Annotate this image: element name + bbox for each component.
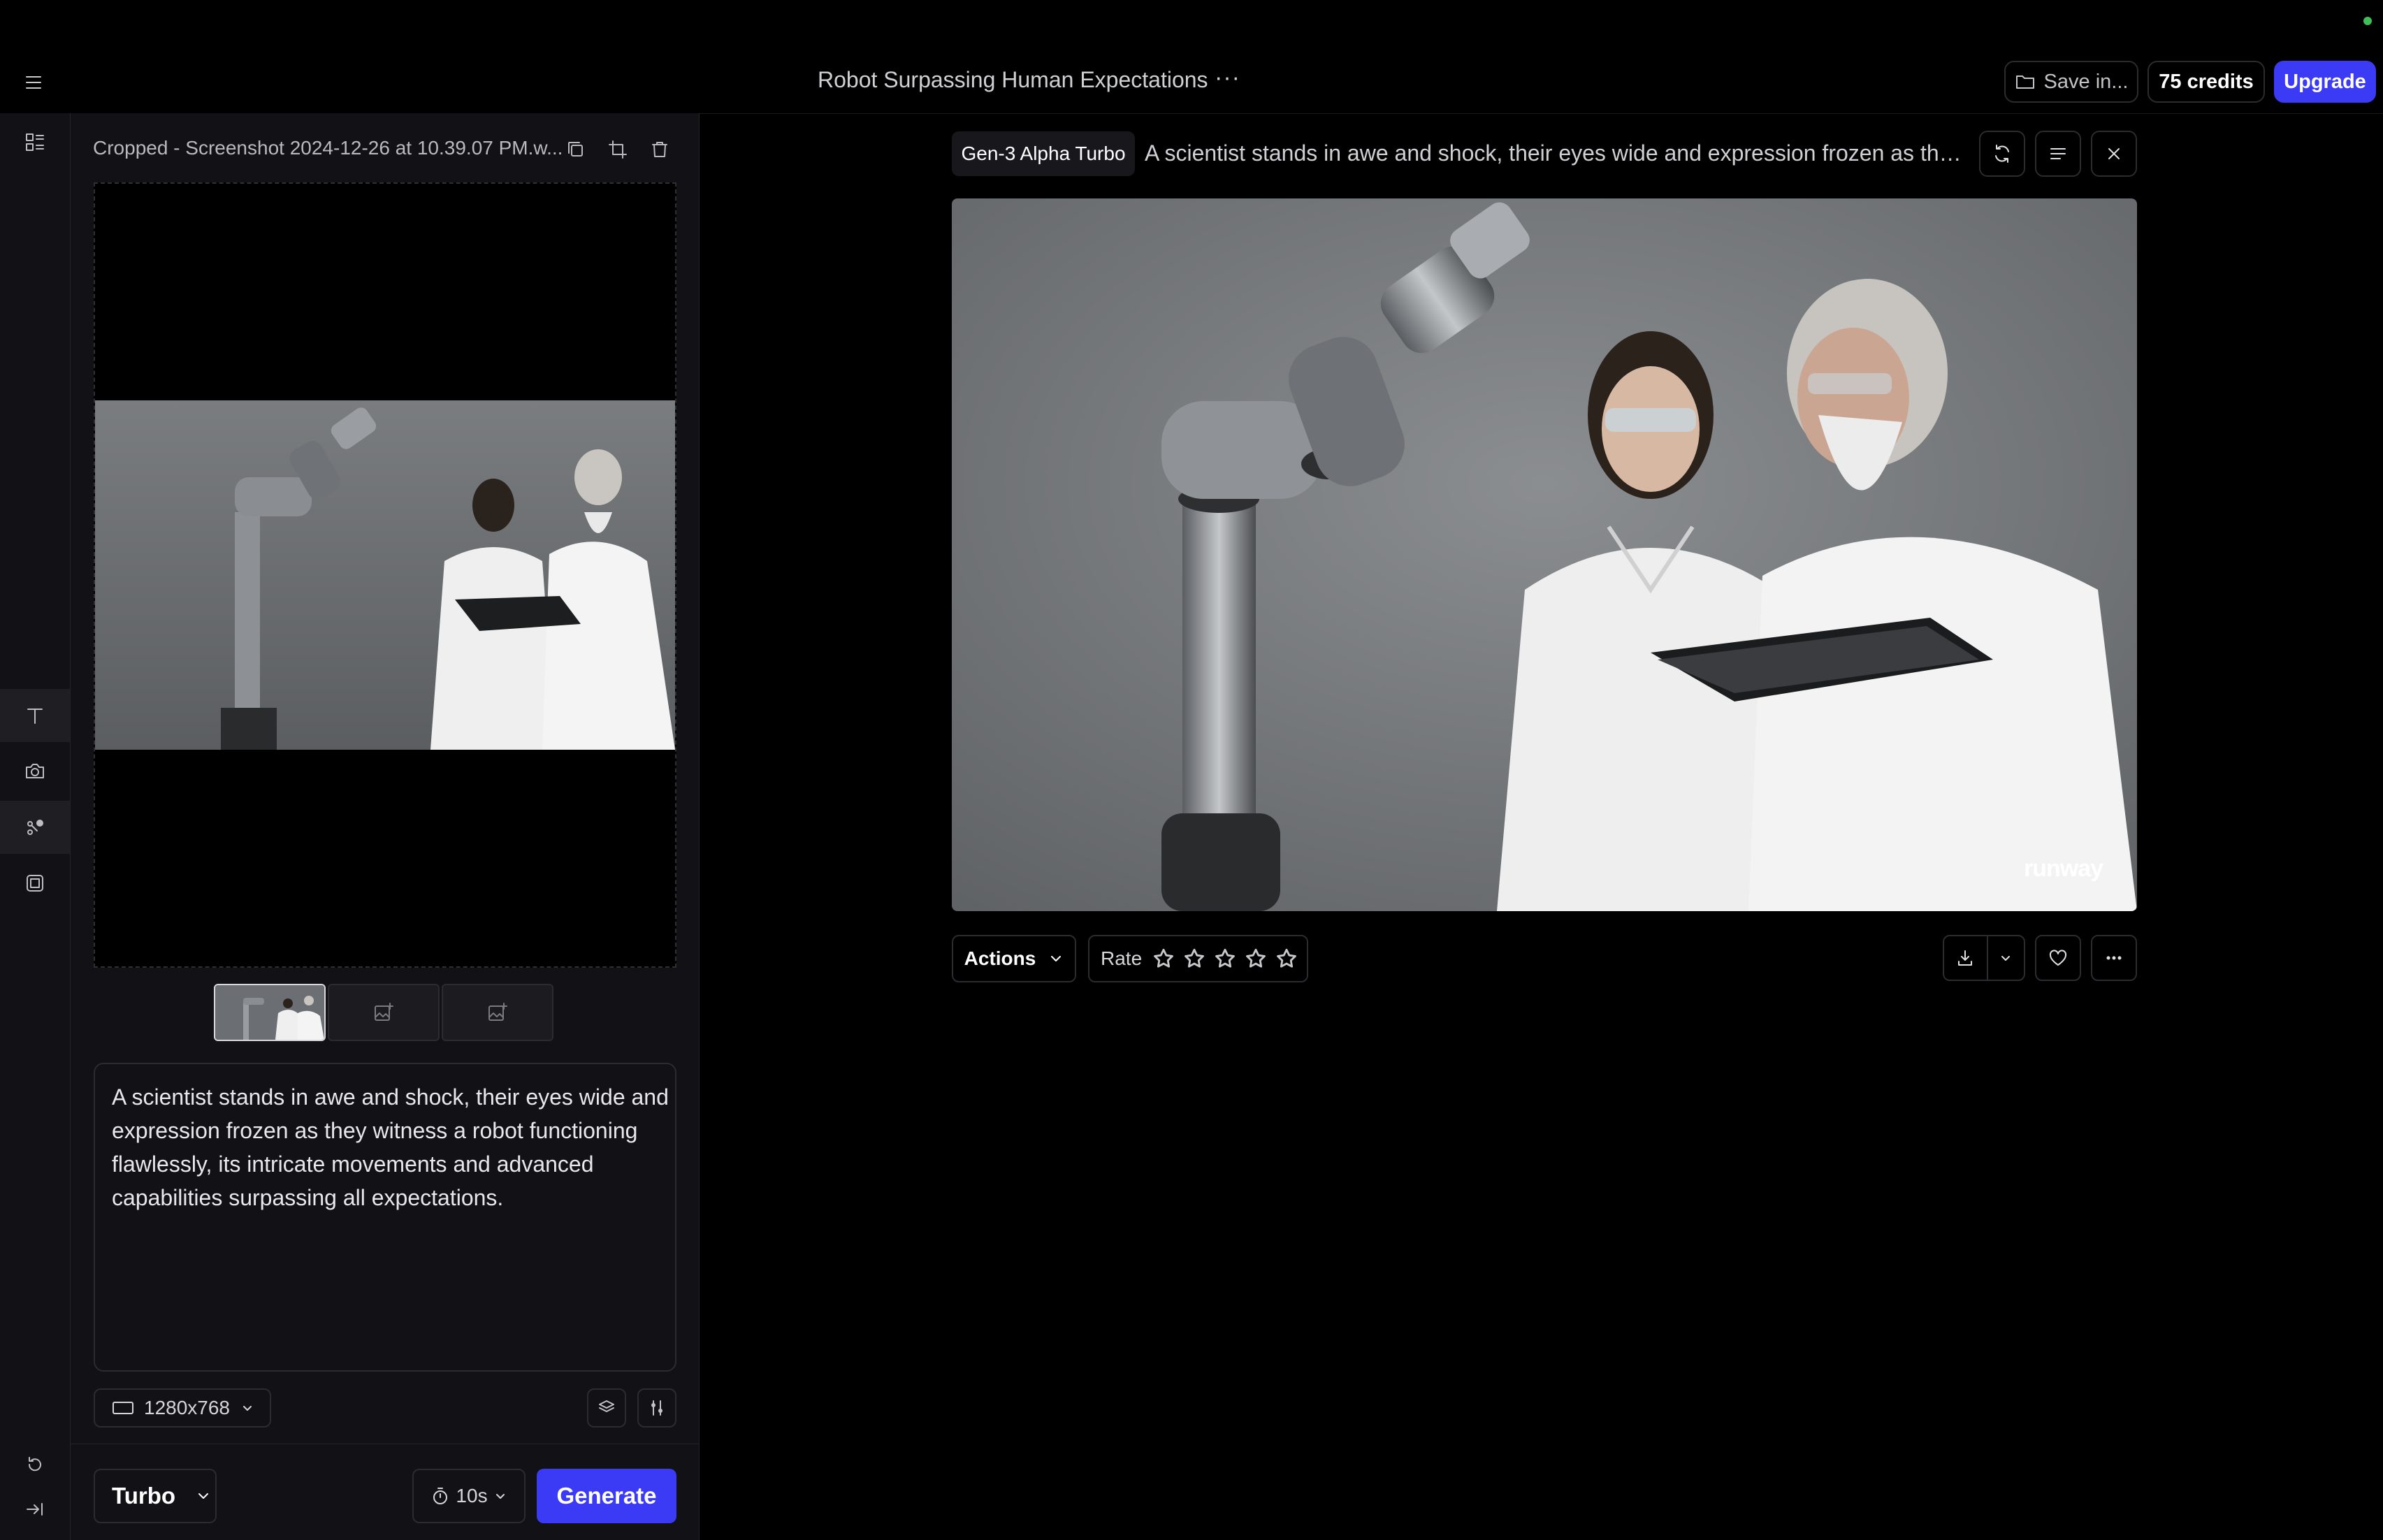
rail-collapse-button[interactable] [0, 1483, 70, 1536]
rate-label: Rate [1101, 947, 1143, 969]
rating-star-3[interactable] [1212, 945, 1238, 972]
actions-button[interactable]: Actions [952, 935, 1076, 982]
undo-icon [28, 1457, 41, 1472]
rail-text-button[interactable] [0, 689, 70, 742]
rail-motion-brush-button[interactable] [0, 801, 70, 854]
resolution-label: 1280x768 [144, 1397, 231, 1418]
layers-icon [599, 1400, 614, 1412]
collapse-icon [27, 1503, 43, 1516]
menu-button[interactable] [20, 70, 48, 95]
chevron-down-icon [198, 1493, 209, 1499]
save-in-label: Save in... [2043, 70, 2129, 93]
timer-icon [433, 1488, 448, 1504]
model-select[interactable]: Turbo [94, 1469, 217, 1523]
crop-button[interactable] [604, 136, 632, 164]
text-align-icon [2050, 148, 2066, 159]
aspect-ratio-icon [113, 1402, 133, 1414]
upgrade-button[interactable]: Upgrade [2274, 61, 2376, 103]
save-in-button[interactable]: Save in... [2004, 61, 2138, 103]
heart-icon [2049, 950, 2067, 966]
star-icon [1154, 948, 1174, 968]
file-name: Cropped - Screenshot 2024-12-26 at 10.39… [93, 137, 563, 159]
folder-icon [2015, 75, 2034, 89]
details-button[interactable] [2035, 131, 2081, 177]
download-icon [1958, 950, 1973, 966]
chevron-down-icon [2001, 956, 2011, 961]
rail-assets-button[interactable] [0, 116, 70, 169]
model-chip: Gen-3 Alpha Turbo [952, 131, 1135, 176]
sliders-icon [651, 1400, 662, 1416]
generated-frame [952, 198, 2137, 911]
trash-icon [652, 142, 667, 157]
status-indicator [2363, 17, 2372, 25]
model-label: Turbo [112, 1483, 176, 1509]
assets-icon [26, 133, 44, 151]
duration-label: 10s [456, 1485, 488, 1506]
prompt-text: A scientist stands in awe and shock, the… [112, 1084, 669, 1210]
favorite-button[interactable] [2035, 935, 2081, 981]
actions-label: Actions [964, 947, 1036, 969]
delete-button[interactable] [646, 136, 674, 164]
rail-film-button[interactable] [0, 857, 70, 910]
add-image-icon [488, 1003, 507, 1021]
generate-button[interactable]: Generate [537, 1469, 676, 1523]
runway-watermark: runway [2024, 855, 2103, 882]
more-options-button[interactable] [2091, 935, 2137, 981]
rating-star-5[interactable] [1273, 945, 1300, 972]
refresh-icon [1995, 145, 2009, 163]
settings-button[interactable] [637, 1388, 676, 1428]
film-icon [27, 875, 43, 892]
crop-icon [609, 140, 627, 159]
download-button[interactable] [1943, 935, 2025, 981]
rating-star-2[interactable] [1181, 945, 1208, 972]
more-horizontal-icon [2106, 956, 2122, 960]
style-layers-button[interactable] [587, 1388, 626, 1428]
close-icon [2108, 148, 2120, 159]
resolution-select[interactable]: 1280x768 [94, 1388, 271, 1428]
text-icon [27, 709, 43, 724]
image-slot-empty[interactable] [328, 984, 440, 1041]
copy-icon [568, 142, 583, 157]
project-title[interactable]: Robot Surpassing Human Expectations [818, 67, 1208, 93]
rail-camera-button[interactable] [0, 745, 70, 798]
slot-thumbnail [215, 985, 324, 1040]
rating-star-1[interactable] [1150, 945, 1177, 972]
input-image-preview[interactable] [94, 182, 676, 968]
regenerate-button[interactable] [1979, 131, 2025, 177]
image-slot-selected[interactable] [214, 984, 326, 1041]
generation-prompt: A scientist stands in awe and shock, the… [1145, 140, 1964, 166]
chevron-down-icon [495, 1494, 505, 1499]
hamburger-icon [26, 76, 41, 89]
close-button[interactable] [2091, 131, 2137, 177]
star-icon [1277, 948, 1297, 968]
input-image [95, 400, 675, 750]
star-icon [1246, 948, 1266, 968]
duplicate-button[interactable] [562, 136, 590, 164]
motion-brush-icon [27, 820, 43, 835]
rating-star-4[interactable] [1243, 945, 1269, 972]
image-slots [214, 984, 556, 1041]
download-main[interactable] [1944, 936, 1988, 980]
star-icon [1215, 948, 1236, 968]
download-options[interactable] [1988, 936, 2024, 980]
rating-control: Rate [1088, 935, 1308, 982]
image-slot-empty[interactable] [442, 984, 553, 1041]
project-more-button[interactable]: ··· [1215, 64, 1240, 92]
camera-icon [26, 764, 44, 778]
star-icon [1185, 948, 1205, 968]
duration-select[interactable]: 10s [412, 1469, 526, 1523]
chevron-down-icon [1051, 956, 1062, 961]
chevron-down-icon [243, 1406, 252, 1411]
generated-video[interactable] [952, 198, 2137, 911]
add-image-icon [375, 1003, 393, 1021]
credits-button[interactable]: 75 credits [2147, 61, 2265, 103]
